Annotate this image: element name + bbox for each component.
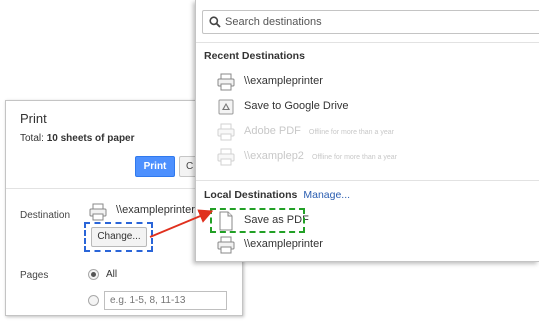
recent-destination-item[interactable]: \\examplep2 Offline for more than a year xyxy=(196,145,539,169)
offline-note: Offline for more than a year xyxy=(311,154,398,161)
pages-range-input[interactable] xyxy=(104,291,227,310)
printer-icon xyxy=(89,203,107,221)
recent-destinations-title: Recent Destinations xyxy=(204,50,305,62)
pages-range-radio[interactable] xyxy=(88,295,99,306)
destination-name: \\exampleprinter xyxy=(244,75,323,87)
total-value: 10 sheets of paper xyxy=(46,133,135,144)
local-destinations-title: Local Destinations Manage... xyxy=(204,189,350,201)
manage-link[interactable]: Manage... xyxy=(303,189,350,201)
change-button[interactable]: Change... xyxy=(91,227,147,247)
search-input[interactable] xyxy=(225,12,525,32)
destination-name: \\examplep2 xyxy=(244,150,304,162)
print-title: Print xyxy=(20,111,47,126)
destination-label: Destination xyxy=(20,210,71,221)
total-prefix: Total: xyxy=(20,133,47,144)
printer-icon xyxy=(217,236,235,254)
printer-icon xyxy=(217,73,235,91)
pages-all-radio[interactable] xyxy=(88,269,99,280)
divider xyxy=(196,180,539,181)
pages-label: Pages xyxy=(20,270,49,281)
destination-name: Save to Google Drive xyxy=(244,100,349,112)
offline-note: Offline for more than a year xyxy=(308,129,394,136)
recent-destination-item[interactable]: Save to Google Drive xyxy=(196,95,539,119)
pages-all-label: All xyxy=(106,269,118,280)
destinations-panel: Recent Destinations \\exampleprinter Sav… xyxy=(195,0,539,262)
print-total: Total: 10 sheets of paper xyxy=(20,133,135,144)
search-box[interactable] xyxy=(202,10,539,34)
save-as-pdf-highlight xyxy=(210,208,305,233)
destination-printer-name: \\exampleprinter xyxy=(116,204,195,216)
destination-name: Adobe PDF xyxy=(244,125,301,137)
recent-destination-item[interactable]: Adobe PDF Offline for more than a year xyxy=(196,120,539,144)
recent-destination-item[interactable]: \\exampleprinter xyxy=(196,70,539,94)
local-destinations-label: Local Destinations xyxy=(204,189,298,201)
destination-name: \\exampleprinter xyxy=(244,238,323,250)
google-drive-icon xyxy=(218,99,234,115)
divider xyxy=(196,42,539,43)
printer-icon xyxy=(217,123,235,141)
search-icon xyxy=(209,16,221,28)
local-destination-item[interactable]: \\exampleprinter xyxy=(196,233,539,257)
print-button[interactable]: Print xyxy=(135,156,175,177)
printer-icon xyxy=(217,148,235,166)
